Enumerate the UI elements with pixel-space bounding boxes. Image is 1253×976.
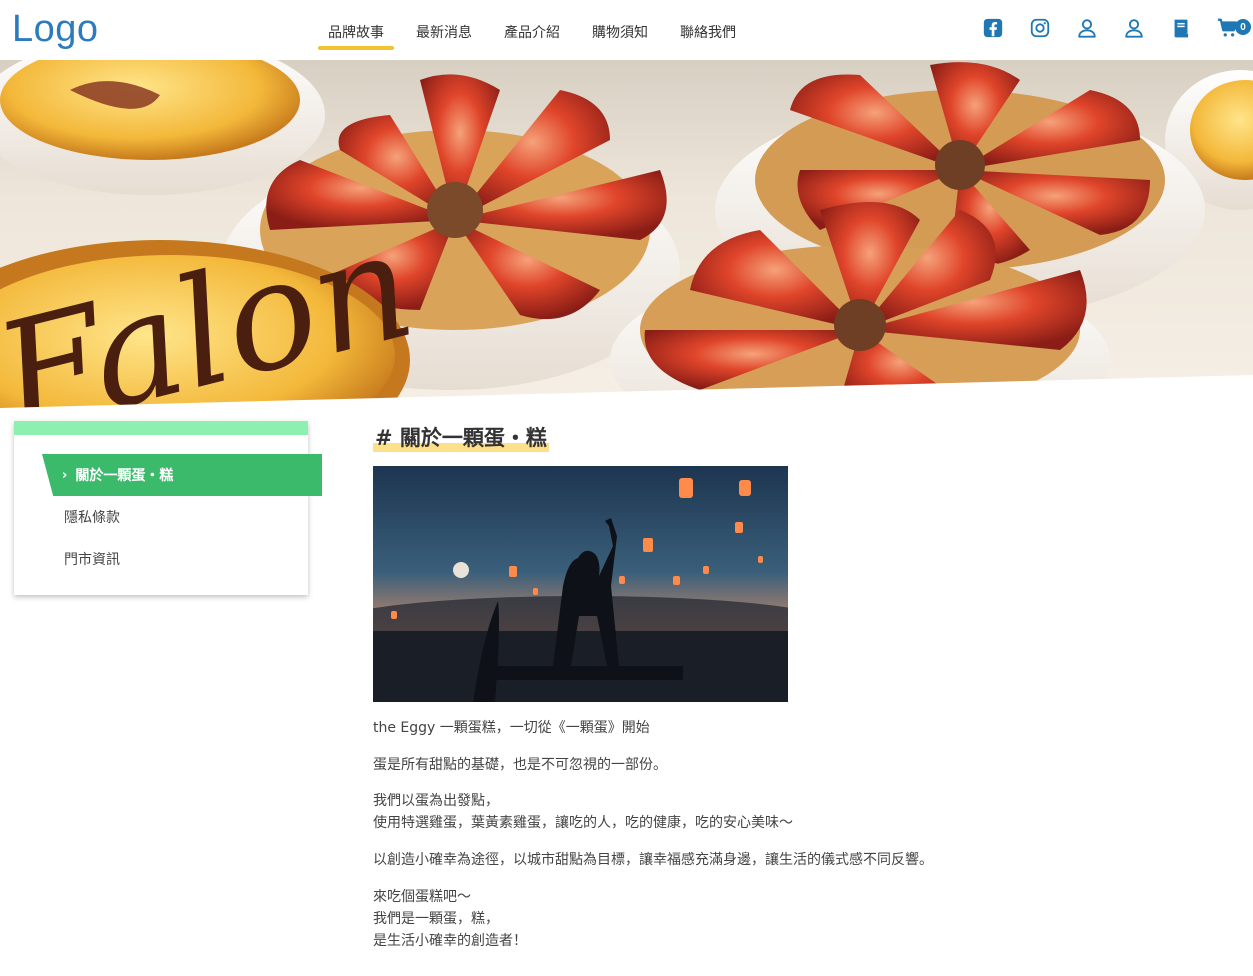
cart-icon[interactable]: 0 <box>1217 17 1251 39</box>
user-icon[interactable] <box>1076 17 1098 39</box>
main-nav: 品牌故事 最新消息 產品介紹 購物須知 聯絡我們 <box>318 0 758 60</box>
hero-banner: Falon <box>0 60 1253 408</box>
nav-brand-story[interactable]: 品牌故事 <box>318 0 394 60</box>
sidebar-item-stores[interactable]: 門市資訊 <box>64 549 120 569</box>
cart-count-badge: 0 <box>1235 19 1251 35</box>
book-icon[interactable] <box>1170 17 1192 39</box>
paragraph-closing: 來吃個蛋糕吧～ 我們是一顆蛋，糕， 是生活小確幸的創造者！ <box>373 889 527 949</box>
nav-contact[interactable]: 聯絡我們 <box>670 0 746 60</box>
nav-news[interactable]: 最新消息 <box>406 0 482 60</box>
tart-lettering: Falon <box>0 198 429 408</box>
hero-tarts-image: Falon <box>0 60 1253 408</box>
story-image <box>373 466 788 702</box>
member-icon[interactable] <box>1123 17 1145 39</box>
instagram-icon[interactable] <box>1029 17 1051 39</box>
nav-shopping-info[interactable]: 購物須知 <box>582 0 658 60</box>
main-content: # 關於一顆蛋・糕 the Eggy 一顆蛋糕，一切從《一顆蛋》開始 蛋是所有甜… <box>373 420 973 949</box>
logo[interactable]: Logo <box>12 8 99 51</box>
page-title: # 關於一顆蛋・糕 <box>373 420 549 452</box>
facebook-icon[interactable] <box>982 17 1004 39</box>
paragraph-egg-foundation: 蛋是所有甜點的基礎，也是不可忽視的一部份。 <box>373 757 667 773</box>
sidebar-item-label: 關於一顆蛋・糕 <box>75 468 174 484</box>
site-header: Logo 品牌故事 最新消息 產品介紹 購物須知 聯絡我們 0 <box>0 0 1253 60</box>
header-icons: 0 <box>957 17 1253 39</box>
paragraph-intro: the Eggy 一顆蛋糕，一切從《一顆蛋》開始 <box>373 720 650 736</box>
paragraph-happiness: 以創造小確幸為途徑，以城市甜點為目標，讓幸福感充滿身邊，讓生活的儀式感不同反響。 <box>373 852 933 868</box>
paragraph-selected-eggs: 我們以蛋為出發點， 使用特選雞蛋，葉黃素雞蛋，讓吃的人，吃的健康，吃的安心美味～ <box>373 793 793 831</box>
sidebar-item-privacy[interactable]: 隱私條款 <box>64 507 120 527</box>
sidebar-item-about[interactable]: › 關於一顆蛋・糕 <box>42 454 322 496</box>
sidebar-menu: › 關於一顆蛋・糕 隱私條款 門市資訊 <box>14 421 322 595</box>
nav-products[interactable]: 產品介紹 <box>494 0 570 60</box>
chevron-right-icon: › <box>62 467 68 483</box>
